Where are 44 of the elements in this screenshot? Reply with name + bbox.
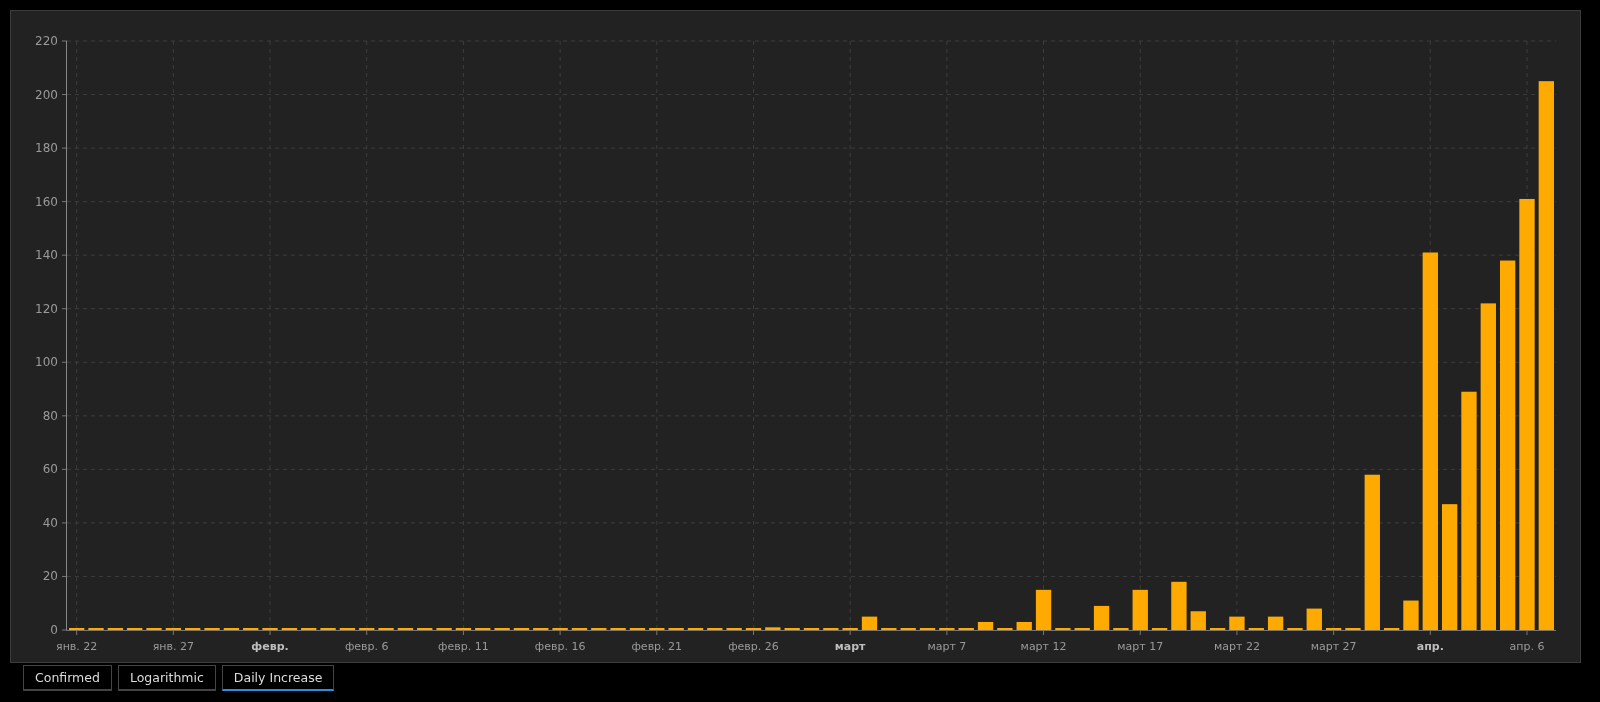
tick-label: 20 (42, 569, 58, 584)
tab[interactable]: Logarithmic (117, 665, 216, 691)
tick-label: янв. 22 (56, 640, 98, 653)
bar (1267, 616, 1284, 630)
tick-label: февр. 6 (344, 640, 389, 653)
tick-label: март 12 (1020, 640, 1067, 653)
tick-label: 80 (42, 408, 58, 423)
tick-label: 120 (35, 301, 58, 316)
tick-label: 100 (35, 355, 58, 370)
bar (1306, 608, 1322, 630)
tick-label: 40 (42, 515, 58, 530)
bar (1132, 589, 1148, 630)
tick-label: 140 (35, 248, 58, 263)
tick-label: 200 (35, 87, 58, 102)
bar (1035, 589, 1052, 630)
tick-label: март 22 (1213, 640, 1260, 653)
tick-label: апр. (1416, 640, 1444, 653)
tick-label: февр. 16 (534, 640, 586, 653)
tick-label: янв. 27 (152, 640, 194, 653)
tab[interactable]: Daily Increase (221, 665, 335, 691)
tick-label: 180 (35, 141, 58, 156)
tab[interactable]: Confirmed (23, 665, 112, 691)
tick-label: 220 (35, 34, 58, 48)
bar (861, 616, 878, 630)
bar (765, 627, 781, 630)
tick-label: март (834, 640, 866, 653)
tick-label: март 27 (1310, 640, 1357, 653)
tick-label: 60 (42, 462, 58, 477)
bar (1229, 616, 1245, 630)
bar (1171, 581, 1187, 630)
bar (1093, 605, 1110, 630)
bar (1190, 611, 1206, 630)
bar (977, 621, 994, 630)
tick-label: февр. 11 (438, 640, 489, 653)
tick-label: март 7 (927, 640, 967, 653)
bar (1403, 600, 1419, 630)
tick-label: март 17 (1117, 640, 1164, 653)
tick-label: 0 (50, 623, 58, 637)
tick-label: 160 (35, 194, 58, 209)
tick-label: февр. 26 (728, 640, 779, 653)
tick-label: февр. 21 (631, 640, 683, 653)
tick-label: апр. 6 (1509, 640, 1545, 653)
bar (1016, 621, 1032, 630)
tick-label: февр. (251, 640, 289, 653)
